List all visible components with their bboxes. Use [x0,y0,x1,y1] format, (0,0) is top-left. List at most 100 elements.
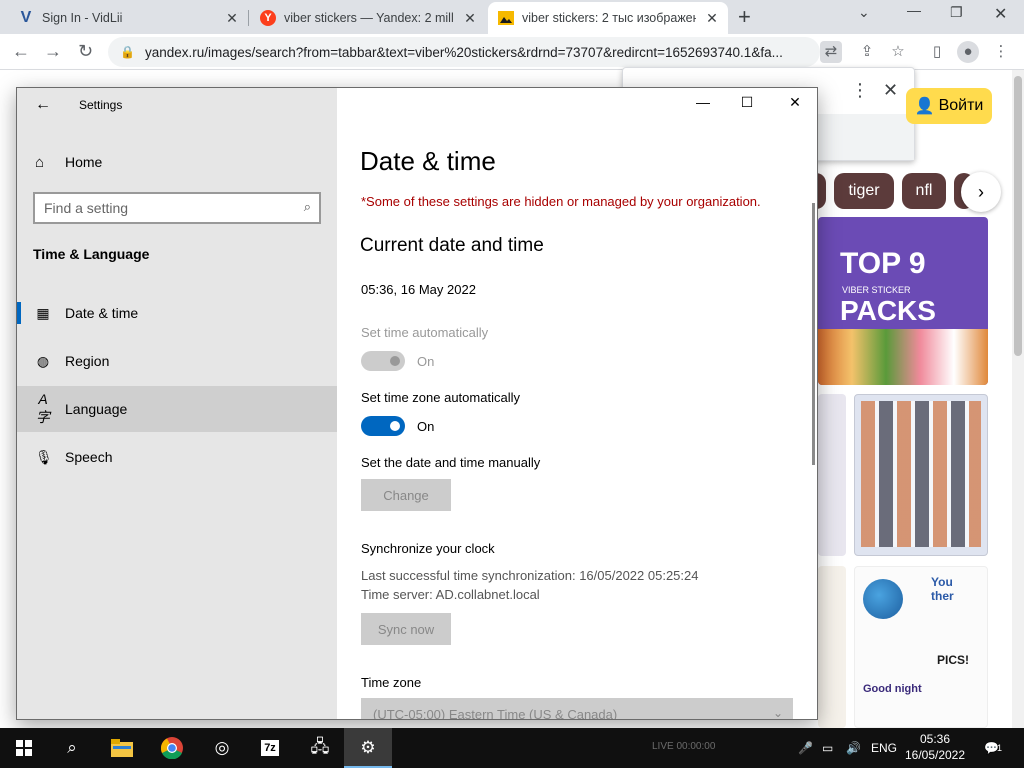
sidebar-item-language[interactable]: A字 Language [17,386,337,432]
settings-content: — ☐ ✕ Date & time *Some of these setting… [337,88,817,719]
set-time-auto-label: Set time automatically [361,325,489,340]
close-window-icon[interactable]: ✕ [994,4,1007,24]
thumb-text-packs: PACKS [840,295,936,326]
minimize-icon[interactable]: — [907,2,921,18]
chevron-down-icon: ⌄ [772,706,783,719]
current-date-value: 05:36, 16 May 2022 [361,282,476,297]
section-heading: Time & Language [33,246,150,262]
language-icon: A字 [36,391,50,425]
taskbar-clock[interactable]: 05:36 16/05/2022 [897,731,973,763]
clock-time: 05:36 [919,732,951,746]
home-icon: ⌂ [35,153,45,171]
settings-gear-icon[interactable]: ⚙ [344,728,392,768]
tab-title: Sign In - VidLii [42,11,123,25]
tray-language[interactable]: ENG [871,728,897,768]
chip-nfl[interactable]: nfl [902,173,946,209]
restore-icon[interactable]: ❐ [950,4,963,21]
popup-close-icon[interactable]: ✕ [883,80,898,101]
user-icon: 👤 [914,98,935,115]
clock-date: 16/05/2022 [904,748,966,762]
sidebar-item-label: Speech [65,449,113,465]
manual-time-label: Set the date and time manually [361,455,541,470]
back-arrow-icon[interactable]: ← [12,42,30,60]
calendar-clock-icon: ▦ [36,304,50,321]
sticker-thumbnail-left-1[interactable] [818,394,846,556]
new-tab-button[interactable]: + [738,6,751,28]
signin-label: Войти [938,97,984,114]
start-windows-icon[interactable] [0,728,48,768]
tab-title: viber stickers: 2 тыс изображени [522,11,696,25]
chrome-icon[interactable] [148,728,196,768]
set-time-auto-toggle[interactable] [361,351,405,371]
time-server-text: Time server: AD.collabnet.local [361,587,540,602]
sidebar-item-speech[interactable]: 🎙 Speech [17,434,337,480]
settings-scrollbar[interactable] [812,203,815,465]
sidebar-item-home[interactable]: ⌂ Home [17,144,337,180]
reload-icon[interactable]: ↻ [78,42,93,60]
file-explorer-icon[interactable] [98,728,146,768]
obs-icon[interactable]: ◎ [198,728,246,768]
notification-center-icon[interactable]: 💬 1 [984,728,1002,768]
profile-icon[interactable]: ● [957,41,979,63]
search-icon[interactable]: ⌕ [48,728,96,768]
settings-window: ← Settings ⌂ Home Find a setting ⌕ Time … [16,87,818,720]
set-tz-auto-toggle[interactable] [361,416,405,436]
notification-count: 1 [996,743,1002,753]
tray-mic-icon[interactable]: 🎤 [798,728,813,768]
chevron-down-icon[interactable]: ⌄ [858,4,870,21]
page-scrollbar[interactable] [1012,70,1024,728]
chip-tiger[interactable]: tiger [834,173,894,209]
close-tab-icon[interactable]: ✕ [704,10,720,26]
maximize-icon[interactable]: ☐ [737,94,757,111]
close-tab-icon[interactable]: ✕ [224,10,240,26]
set-tz-auto-label: Set time zone automatically [361,390,520,405]
tray-volume-icon[interactable]: 🔊 [846,728,861,768]
bookmark-star-icon[interactable]: ☆ [887,41,909,63]
thumb-text-viber: VIBER STICKER [842,285,911,295]
chips-next-button[interactable]: › [961,172,1001,212]
side-panel-icon[interactable]: ▯ [926,41,948,63]
sidebar-item-label: Region [65,353,110,369]
change-button[interactable]: Change [361,479,451,511]
translate-icon[interactable]: ⇄ [820,41,842,63]
sticker-thumbnail-set[interactable]: You ther PICS! Good night [854,566,988,728]
minimize-icon[interactable]: — [693,94,713,110]
popup-menu-icon[interactable]: ⋮ [851,80,869,101]
timezone-select[interactable]: (UTC-05:00) Eastern Time (US & Canada) ⌄ [361,698,793,719]
tab-yandex-images[interactable]: viber stickers: 2 тыс изображени ✕ [488,2,728,34]
seven-zip-icon[interactable]: 7z [246,728,294,768]
tray-network-icon[interactable]: ▭ [822,728,833,768]
sidebar-item-region[interactable]: ◍ Region [17,338,337,384]
address-bar[interactable]: 🔒 yandex.ru/images/search?from=tabbar&te… [108,37,820,67]
sidebar-item-label: Date & time [65,305,139,321]
sync-now-button[interactable]: Sync now [361,613,451,645]
forward-arrow-icon[interactable]: → [44,42,62,60]
sticker-thumbnail-left-2[interactable] [818,566,846,728]
find-setting-input[interactable]: Find a setting ⌕ [33,192,321,224]
sidebar-item-date-time[interactable]: ▦ Date & time [17,290,337,336]
timezone-label: Time zone [361,675,422,690]
sticker-thumbnail-grid[interactable] [854,394,988,556]
search-icon: ⌕ [303,199,311,214]
back-arrow-icon[interactable]: ← [35,96,51,114]
tab-vidlii[interactable]: V Sign In - VidLii ✕ [8,2,248,34]
network-app-icon[interactable]: 🖧 [296,728,344,768]
page-scrollbar-thumb[interactable] [1014,76,1022,356]
close-tab-icon[interactable]: ✕ [462,10,478,26]
more-menu-icon[interactable]: ⋮ [990,41,1012,63]
globe-icon: ◍ [36,352,50,369]
current-date-heading: Current date and time [360,235,544,256]
timezone-value: (UTC-05:00) Eastern Time (US & Canada) [373,706,618,720]
managed-warning: *Some of these settings are hidden or ma… [361,194,761,209]
vidlii-favicon-icon: V [20,9,32,26]
tab-yandex-search[interactable]: Y viber stickers — Yandex: 2 million ✕ [250,2,486,34]
faded-overlay-text: LIVE 00:00:00 [652,741,716,752]
share-icon[interactable]: ⇪ [856,41,878,63]
close-window-icon[interactable]: ✕ [785,94,805,111]
settings-sidebar: ← Settings ⌂ Home Find a setting ⌕ Time … [17,88,337,719]
page-title: Date & time [360,146,496,176]
signin-button[interactable]: 👤 Войти [906,88,992,124]
sticker-text-good-night: Good night [863,683,922,695]
sticker-thumbnail-top9[interactable]: TOP 9 VIBER STICKER PACKS [818,217,988,385]
lock-icon: 🔒 [120,45,135,59]
